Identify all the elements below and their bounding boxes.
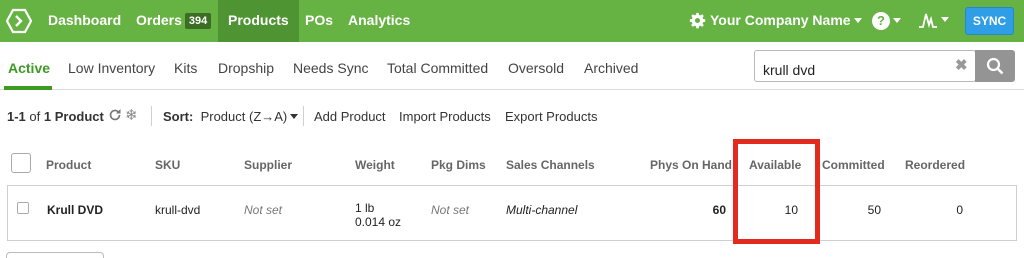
nav-orders-label: Orders xyxy=(136,12,182,28)
company-menu[interactable]: Your Company Name xyxy=(710,0,862,42)
sync-button[interactable]: SYNC xyxy=(965,7,1014,35)
column-header-supplier[interactable]: Supplier xyxy=(244,158,292,172)
column-header-weight[interactable]: Weight xyxy=(355,158,395,172)
column-header-product[interactable]: Product xyxy=(46,158,91,172)
product-reordered: 0 xyxy=(956,203,963,217)
chevron-down-icon xyxy=(893,18,901,23)
tab-active[interactable]: Active xyxy=(8,60,50,76)
tab-archived[interactable]: Archived xyxy=(584,60,638,76)
product-committed: 50 xyxy=(867,203,881,217)
column-header-sku[interactable]: SKU xyxy=(155,158,180,172)
column-header-phys-on-hand[interactable]: Phys On Hand xyxy=(650,158,732,172)
chevron-down-icon xyxy=(853,18,862,23)
tab-oversold[interactable]: Oversold xyxy=(508,60,564,76)
nav-products[interactable]: Products xyxy=(218,0,299,42)
search-button[interactable] xyxy=(975,50,1015,82)
product-weight-oz: 0.014 oz xyxy=(355,215,402,229)
bottom-button[interactable] xyxy=(6,252,104,258)
logo-icon[interactable] xyxy=(6,8,32,34)
chevron-down-icon xyxy=(941,17,949,23)
product-name[interactable]: Krull DVD xyxy=(47,203,103,217)
add-product-button[interactable]: Add Product xyxy=(314,109,386,124)
clear-search-icon[interactable]: ✖ xyxy=(955,56,968,74)
company-name: Your Company Name xyxy=(710,12,851,28)
available-column-highlight xyxy=(733,139,820,244)
row-checkbox[interactable] xyxy=(17,202,29,214)
product-sku: krull-dvd xyxy=(155,203,201,217)
export-products-button[interactable]: Export Products xyxy=(505,109,598,124)
result-count: 1-1 of 1 Product xyxy=(7,109,104,124)
snowflake-icon[interactable]: ❄ xyxy=(125,106,138,124)
column-header-reordered[interactable]: Reordered xyxy=(905,158,965,172)
table-header: Product SKU Supplier Weight Pkg Dims Sal… xyxy=(0,140,1024,184)
table-row[interactable]: Krull DVD krull-dvd Not set 1 lb 0.014 o… xyxy=(7,185,1017,241)
help-menu[interactable]: ? xyxy=(872,12,901,30)
gear-icon xyxy=(689,12,706,29)
divider xyxy=(151,106,152,126)
nav-dashboard[interactable]: Dashboard xyxy=(48,0,121,42)
tab-total-committed[interactable]: Total Committed xyxy=(387,60,488,76)
tab-needs-sync[interactable]: Needs Sync xyxy=(293,60,368,76)
search-icon xyxy=(986,57,1004,75)
top-nav: Dashboard Orders 394 Products POs Analyti… xyxy=(0,0,1024,42)
pulse-icon xyxy=(919,13,937,29)
nav-pos[interactable]: POs xyxy=(305,0,333,42)
import-products-button[interactable]: Import Products xyxy=(399,109,491,124)
product-pkg-dims: Not set xyxy=(431,203,470,217)
select-all-checkbox[interactable] xyxy=(11,153,31,173)
search-input[interactable] xyxy=(754,50,976,82)
tab-dropship[interactable]: Dropship xyxy=(218,60,274,76)
tab-low-inventory[interactable]: Low Inventory xyxy=(68,60,155,76)
help-icon: ? xyxy=(872,12,890,30)
orders-count-badge: 394 xyxy=(184,13,212,29)
product-supplier: Not set xyxy=(244,203,283,217)
sort-control[interactable]: Sort: Product (Z→A) xyxy=(163,109,299,124)
chevron-down-icon xyxy=(290,114,299,119)
product-toolbar: 1-1 of 1 Product ❄ Sort: Product (Z→A) A… xyxy=(0,90,1024,140)
column-header-sales-channels[interactable]: Sales Channels xyxy=(506,158,595,172)
nav-analytics[interactable]: Analytics xyxy=(348,0,410,42)
product-weight-lb: 1 lb xyxy=(355,201,375,215)
refresh-icon[interactable] xyxy=(108,108,122,122)
product-phys-on-hand: 60 xyxy=(712,203,726,217)
column-header-committed[interactable]: Committed xyxy=(822,158,885,172)
nav-orders[interactable]: Orders 394 xyxy=(136,0,212,42)
activity-menu[interactable] xyxy=(918,11,949,29)
divider xyxy=(303,106,304,126)
column-header-pkg-dims[interactable]: Pkg Dims xyxy=(431,158,486,172)
product-sales-channels: Multi-channel xyxy=(506,203,578,217)
tab-kits[interactable]: Kits xyxy=(174,60,197,76)
